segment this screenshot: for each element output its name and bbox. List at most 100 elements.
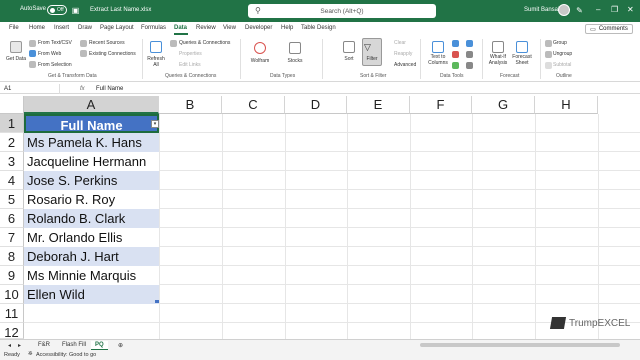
what-if-analysis-button[interactable]: What-If Analysis	[485, 54, 511, 66]
comments-icon: ▭	[590, 26, 596, 33]
row-header[interactable]: 1	[0, 114, 24, 133]
table-row[interactable]: Mr. Orlando Ellis	[24, 228, 159, 247]
tab-view[interactable]: View	[223, 25, 236, 31]
subtotal-button[interactable]: Subtotal	[553, 62, 571, 68]
column-header-d[interactable]: D	[285, 96, 347, 114]
sheet-nav-next-icon[interactable]: ▸	[14, 341, 25, 350]
clear-button[interactable]: Clear	[394, 40, 406, 46]
existing-connections-icon	[80, 50, 87, 57]
tab-data[interactable]: Data	[174, 25, 187, 31]
table-row[interactable]: Ms Pamela K. Hans	[24, 133, 159, 152]
row-header[interactable]: 9	[0, 266, 24, 285]
queries-connections-button[interactable]: Queries & Connections	[179, 40, 230, 46]
gridline	[347, 114, 348, 339]
tab-home[interactable]: Home	[29, 25, 45, 31]
reapply-button[interactable]: Reapply	[394, 51, 412, 57]
formula-input[interactable]: Full Name	[96, 86, 123, 92]
table-row[interactable]: Jose S. Perkins	[24, 171, 159, 190]
row-header[interactable]: 5	[0, 190, 24, 209]
sheet-tab-flash-fill[interactable]: Flash Fill	[58, 341, 90, 349]
table-resize-handle[interactable]	[155, 300, 159, 303]
tab-page-layout[interactable]: Page Layout	[100, 25, 134, 31]
comments-button[interactable]: ▭ Comments	[585, 24, 633, 34]
autosave-toggle[interactable]: Off	[47, 5, 67, 15]
table-row[interactable]: Deborah J. Hart	[24, 247, 159, 266]
ribbon-separator	[482, 39, 483, 79]
tab-review[interactable]: Review	[196, 25, 216, 31]
row-header[interactable]: 12	[0, 323, 24, 340]
row-header[interactable]: 11	[0, 304, 24, 323]
table-row[interactable]: Rosario R. Roy	[24, 190, 159, 209]
filter-dropdown-icon[interactable]: ▾	[151, 120, 159, 128]
existing-connections-button[interactable]: Existing Connections	[89, 51, 136, 57]
pen-icon[interactable]: ✎	[575, 6, 584, 15]
text-to-columns-icon	[432, 41, 444, 53]
column-header-b[interactable]: B	[159, 96, 222, 114]
select-all-corner[interactable]	[0, 96, 24, 114]
from-web-button[interactable]: From Web	[38, 51, 61, 57]
sheet-tab-fr[interactable]: F&R	[34, 341, 54, 349]
table-row[interactable]: Rolando B. Clark	[24, 209, 159, 228]
row-header[interactable]: 2	[0, 133, 24, 152]
column-header-c[interactable]: C	[222, 96, 285, 114]
row-header[interactable]: 7	[0, 228, 24, 247]
relationships-icon	[466, 51, 473, 58]
ungroup-button[interactable]: Ungroup	[553, 51, 572, 57]
fx-icon[interactable]: fx	[80, 86, 85, 92]
row-header[interactable]: 3	[0, 152, 24, 171]
column-header-a[interactable]: A	[24, 96, 159, 114]
minimize-icon[interactable]: –	[596, 5, 600, 14]
avatar[interactable]	[558, 4, 570, 16]
tab-file[interactable]: File	[9, 25, 19, 31]
text-to-columns-button[interactable]: Text to Columns	[425, 54, 451, 66]
stocks-button[interactable]: Stocks	[284, 58, 306, 64]
horizontal-scrollbar[interactable]	[420, 343, 620, 347]
row-header[interactable]: 6	[0, 209, 24, 228]
filter-label[interactable]: Filter	[363, 56, 381, 62]
column-header-e[interactable]: E	[347, 96, 410, 114]
properties-button[interactable]: Properties	[179, 51, 202, 57]
group-label-queries: Queries & Connections	[165, 73, 217, 79]
advanced-button[interactable]: Advanced	[394, 62, 416, 68]
user-name: Sumit Bansal	[524, 7, 560, 13]
forecast-sheet-button[interactable]: Forecast Sheet	[511, 54, 533, 66]
recent-sources-button[interactable]: Recent Sources	[89, 40, 125, 46]
table-row[interactable]: Ms Minnie Marquis	[24, 266, 159, 285]
row-header[interactable]: 8	[0, 247, 24, 266]
status-ready: Ready	[4, 352, 20, 358]
spreadsheet-grid[interactable]: A B C D E F G H 1 2 3 4 5 6 7 8 9 10 11 …	[0, 96, 640, 340]
ribbon-separator	[540, 39, 541, 79]
tab-help[interactable]: Help	[281, 25, 293, 31]
table-row[interactable]: Jacqueline Hermann	[24, 152, 159, 171]
from-text-csv-button[interactable]: From Text/CSV	[38, 40, 72, 46]
tab-table-design[interactable]: Table Design	[301, 25, 336, 31]
column-header-g[interactable]: G	[472, 96, 535, 114]
wolfram-button[interactable]: Wolfram	[248, 58, 272, 64]
restore-icon[interactable]: ❐	[611, 5, 618, 14]
name-box[interactable]: A1	[0, 84, 60, 94]
from-selection-button[interactable]: From Selection	[38, 62, 72, 68]
row-header[interactable]: 4	[0, 171, 24, 190]
refresh-all-button[interactable]: Refresh All	[146, 56, 166, 68]
sort-button[interactable]: Sort	[340, 56, 358, 62]
ribbon-separator	[420, 39, 421, 79]
row-header[interactable]: 10	[0, 285, 24, 304]
gridline	[222, 114, 223, 339]
tab-developer[interactable]: Developer	[245, 25, 272, 31]
edit-links-button[interactable]: Edit Links	[179, 62, 201, 68]
add-sheet-icon[interactable]: ⊕	[114, 341, 127, 350]
tab-draw[interactable]: Draw	[78, 25, 92, 31]
table-row[interactable]: Ellen Wild	[24, 285, 159, 304]
get-data-icon	[10, 41, 22, 53]
table-header-full-name[interactable]: Full Name	[24, 114, 159, 133]
search-box[interactable]: ⚲ Search (Alt+Q)	[248, 4, 436, 18]
get-data-button[interactable]: Get Data	[6, 56, 26, 62]
column-header-h[interactable]: H	[535, 96, 598, 114]
save-icon[interactable]: ▣	[71, 6, 80, 15]
column-header-f[interactable]: F	[410, 96, 472, 114]
group-button[interactable]: Group	[553, 40, 567, 46]
close-icon[interactable]: ✕	[627, 5, 634, 14]
tab-formulas[interactable]: Formulas	[141, 25, 166, 31]
tab-insert[interactable]: Insert	[54, 25, 69, 31]
status-accessibility[interactable]: Accessibility: Good to go	[36, 352, 96, 358]
